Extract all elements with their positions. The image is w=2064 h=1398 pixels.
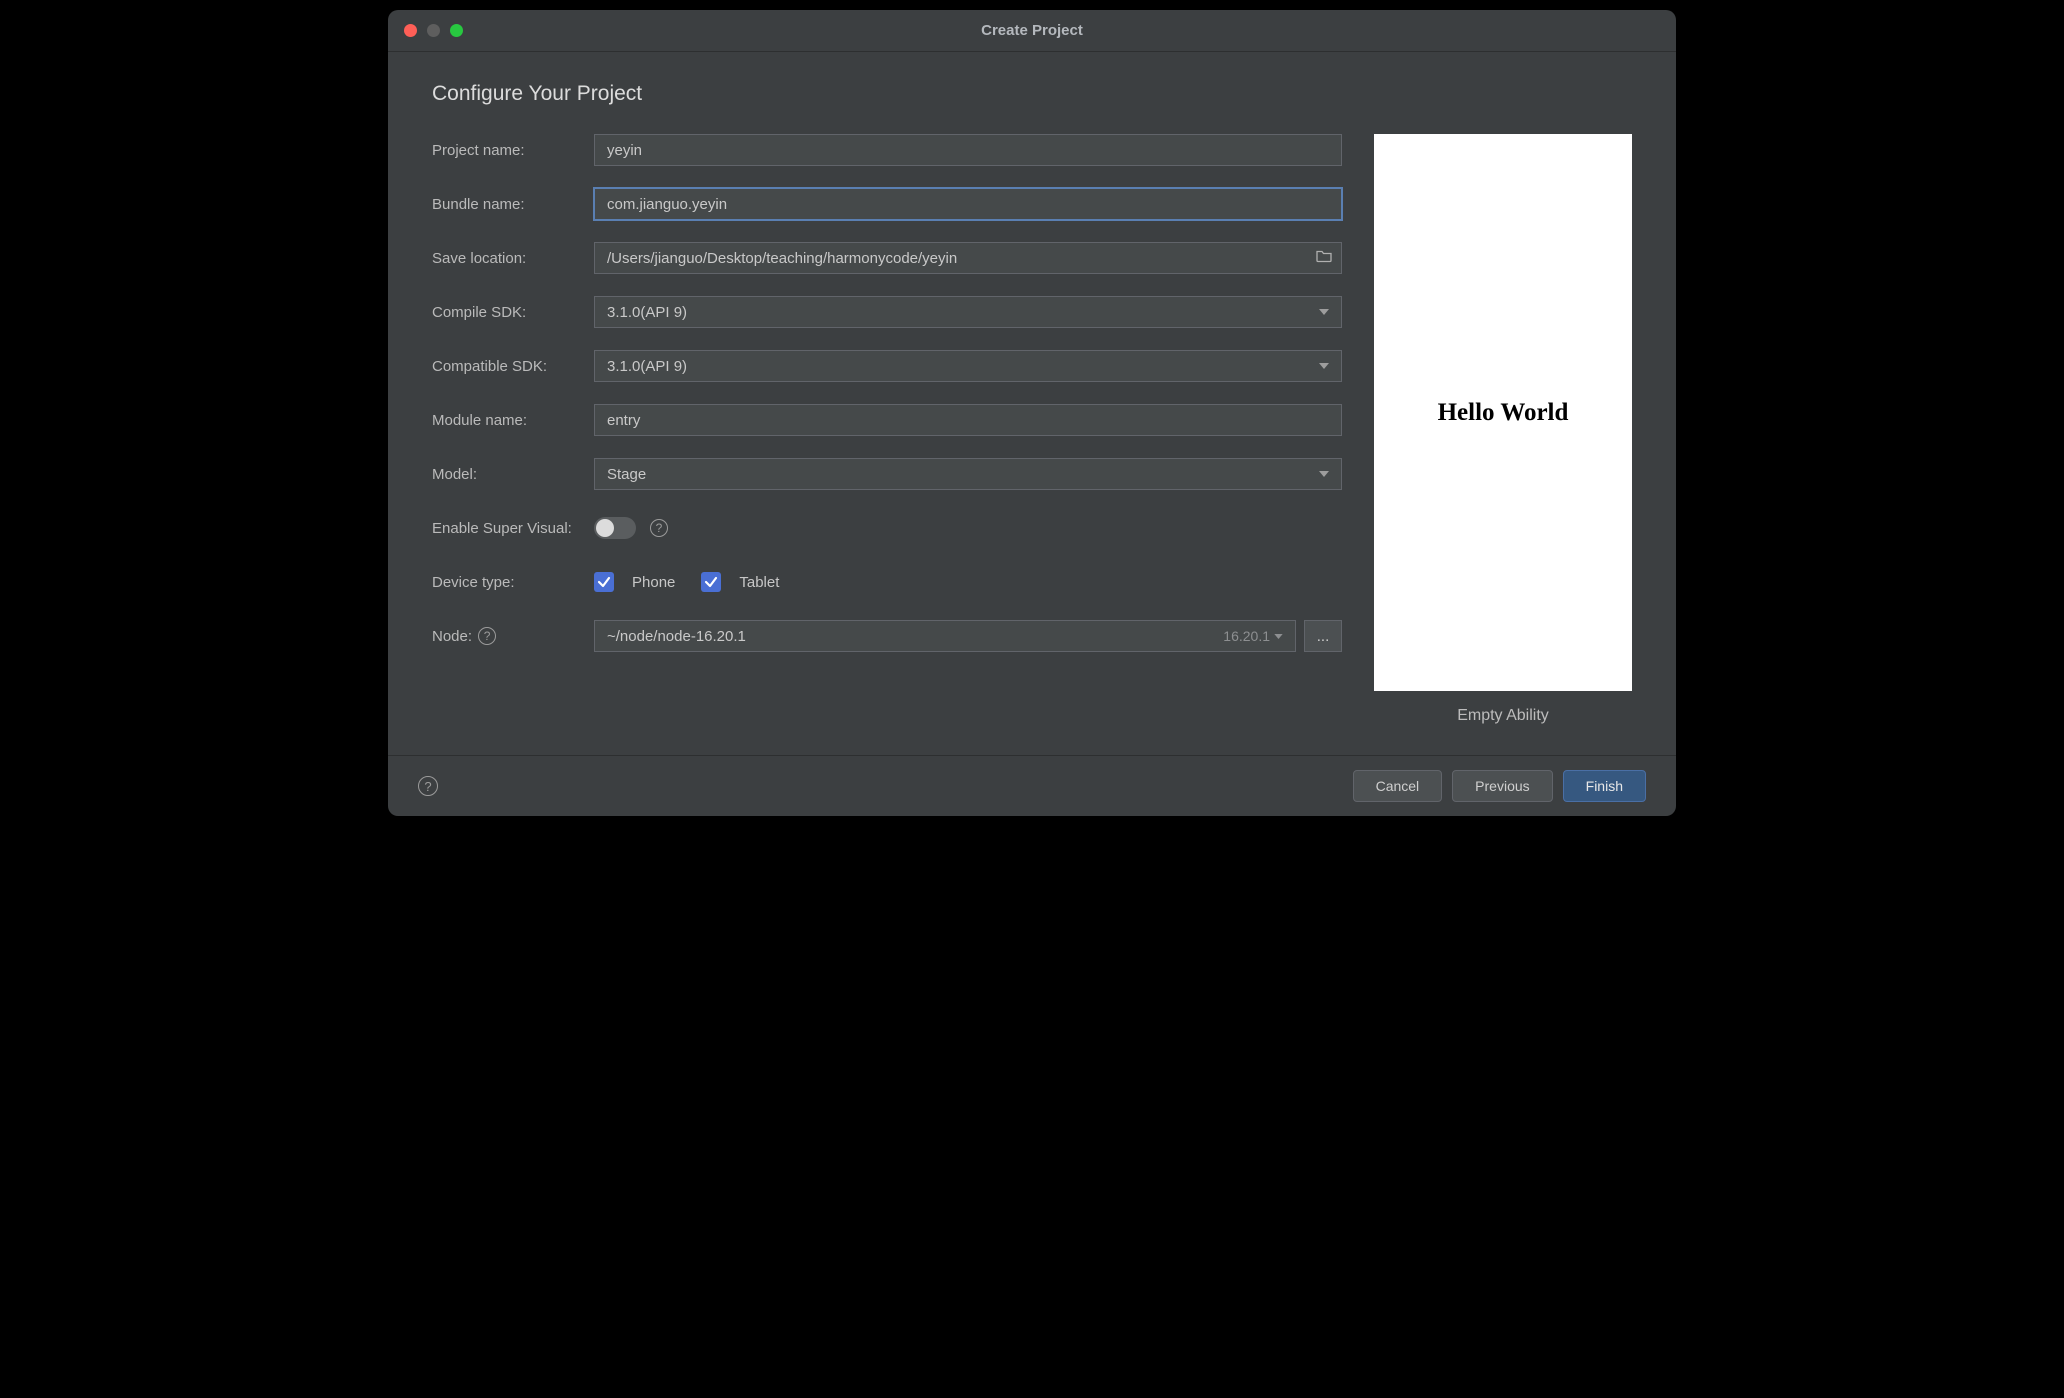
preview-frame: Hello World (1374, 134, 1632, 691)
model-value: Stage (607, 466, 646, 483)
row-bundle-name: Bundle name: (432, 188, 1342, 220)
compatible-sdk-select[interactable]: 3.1.0(API 9) (594, 350, 1342, 382)
dialog-content: Configure Your Project Project name: Bun… (388, 52, 1676, 725)
project-name-input[interactable] (594, 134, 1342, 166)
help-icon[interactable]: ? (478, 627, 496, 645)
bundle-name-input[interactable] (594, 188, 1342, 220)
close-icon[interactable] (404, 24, 417, 37)
compile-sdk-select[interactable]: 3.1.0(API 9) (594, 296, 1342, 328)
dialog-footer: ? Cancel Previous Finish (388, 755, 1676, 816)
help-icon[interactable]: ? (650, 519, 668, 537)
module-name-input[interactable] (594, 404, 1342, 436)
label-bundle-name: Bundle name: (432, 196, 594, 213)
window-controls (388, 24, 463, 37)
compatible-sdk-value: 3.1.0(API 9) (607, 358, 687, 375)
row-enable-super-visual: Enable Super Visual: ? (432, 512, 1342, 544)
checkbox-phone[interactable] (594, 572, 614, 592)
label-node: Node: ? (432, 627, 594, 645)
label-model: Model: (432, 466, 594, 483)
form-column: Project name: Bundle name: Save location… (432, 134, 1342, 725)
chevron-down-icon (1319, 471, 1329, 477)
maximize-icon[interactable] (450, 24, 463, 37)
model-select[interactable]: Stage (594, 458, 1342, 490)
row-project-name: Project name: (432, 134, 1342, 166)
row-save-location: Save location: (432, 242, 1342, 274)
chevron-down-icon (1319, 309, 1329, 315)
label-compatible-sdk: Compatible SDK: (432, 358, 594, 375)
cancel-button[interactable]: Cancel (1353, 770, 1443, 802)
checkbox-phone-label: Phone (632, 574, 675, 591)
row-device-type: Device type: Phone Tablet (432, 566, 1342, 598)
window-title: Create Project (388, 22, 1676, 39)
previous-button[interactable]: Previous (1452, 770, 1552, 802)
chevron-down-icon (1319, 363, 1329, 369)
node-version: 16.20.1 (1223, 628, 1283, 644)
finish-button[interactable]: Finish (1563, 770, 1646, 802)
page-title: Configure Your Project (432, 82, 1632, 106)
titlebar: Create Project (388, 10, 1676, 52)
row-compile-sdk: Compile SDK: 3.1.0(API 9) (432, 296, 1342, 328)
toggle-knob (596, 519, 614, 537)
preview-content: Hello World (1438, 399, 1569, 427)
preview-caption: Empty Ability (1457, 707, 1549, 725)
node-path-select[interactable]: ~/node/node-16.20.1 16.20.1 (594, 620, 1296, 652)
row-compatible-sdk: Compatible SDK: 3.1.0(API 9) (432, 350, 1342, 382)
label-module-name: Module name: (432, 412, 594, 429)
checkbox-tablet-label: Tablet (739, 574, 779, 591)
label-project-name: Project name: (432, 142, 594, 159)
row-node: Node: ? ~/node/node-16.20.1 16.20.1 (432, 620, 1342, 652)
enable-super-visual-toggle[interactable] (594, 517, 636, 539)
checkbox-tablet[interactable] (701, 572, 721, 592)
row-module-name: Module name: (432, 404, 1342, 436)
label-save-location: Save location: (432, 250, 594, 267)
node-path-value: ~/node/node-16.20.1 (607, 628, 746, 645)
node-browse-button[interactable]: ... (1304, 620, 1342, 652)
row-model: Model: Stage (432, 458, 1342, 490)
label-compile-sdk: Compile SDK: (432, 304, 594, 321)
help-icon[interactable]: ? (418, 776, 438, 796)
label-enable-super-visual: Enable Super Visual: (432, 520, 594, 537)
label-device-type: Device type: (432, 574, 594, 591)
save-location-input[interactable] (594, 242, 1342, 274)
preview-column: Hello World Empty Ability (1374, 134, 1632, 725)
dialog-window: Create Project Configure Your Project Pr… (388, 10, 1676, 816)
minimize-icon[interactable] (427, 24, 440, 37)
compile-sdk-value: 3.1.0(API 9) (607, 304, 687, 321)
